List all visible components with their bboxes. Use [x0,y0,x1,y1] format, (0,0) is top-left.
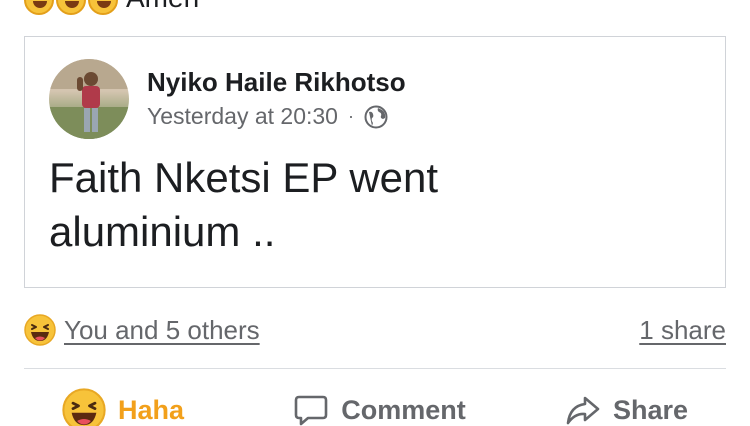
avatar-photo [49,59,129,139]
comment-button-label: Comment [341,394,466,425]
post-timestamp[interactable]: Yesterday at 20:30 [147,103,338,130]
globe-icon [364,105,388,128]
haha-emoji-icon [62,388,106,426]
post-action-bar: Haha Comment Share [24,384,726,426]
reactions-summary: You and 5 others 1 share [24,310,726,350]
share-button[interactable]: Share [565,392,688,426]
post-body: Faith Nketsi EP went aluminium .. [49,151,689,259]
shared-post-card[interactable]: Nyiko Haile Rikhotso Yesterday at 20:30 … [24,36,726,288]
author-name[interactable]: Nyiko Haile Rikhotso [147,67,406,98]
previous-comment-line: Amen [24,0,199,15]
haha-button-label: Haha [118,394,185,425]
meta-separator: · [347,106,354,126]
haha-reaction-button[interactable]: Haha [62,388,184,426]
actions-divider [24,368,726,369]
post-text-line-1: Faith Nketsi EP went [49,154,439,201]
facebook-post-screen: Amen Nyiko Haile Rikhotso Yesterday at 2… [0,0,750,426]
comment-button[interactable]: Comment [293,392,466,426]
share-arrow-icon [566,396,600,425]
shares-count-link[interactable]: 1 share [639,315,726,346]
haha-emoji-icon [24,314,56,346]
haha-emoji-icon [88,0,118,15]
comment-icon [294,395,328,426]
reactions-left[interactable]: You and 5 others [24,314,260,346]
haha-emoji-icon [56,0,86,15]
post-meta: Yesterday at 20:30 · [147,103,388,130]
reactors-link[interactable]: You and 5 others [64,315,260,346]
haha-emoji-icon [24,0,54,15]
share-button-label: Share [612,394,688,425]
author-avatar[interactable] [49,59,129,139]
previous-comment-text: Amen [126,0,199,12]
post-text-line-2: aluminium .. [49,208,276,255]
